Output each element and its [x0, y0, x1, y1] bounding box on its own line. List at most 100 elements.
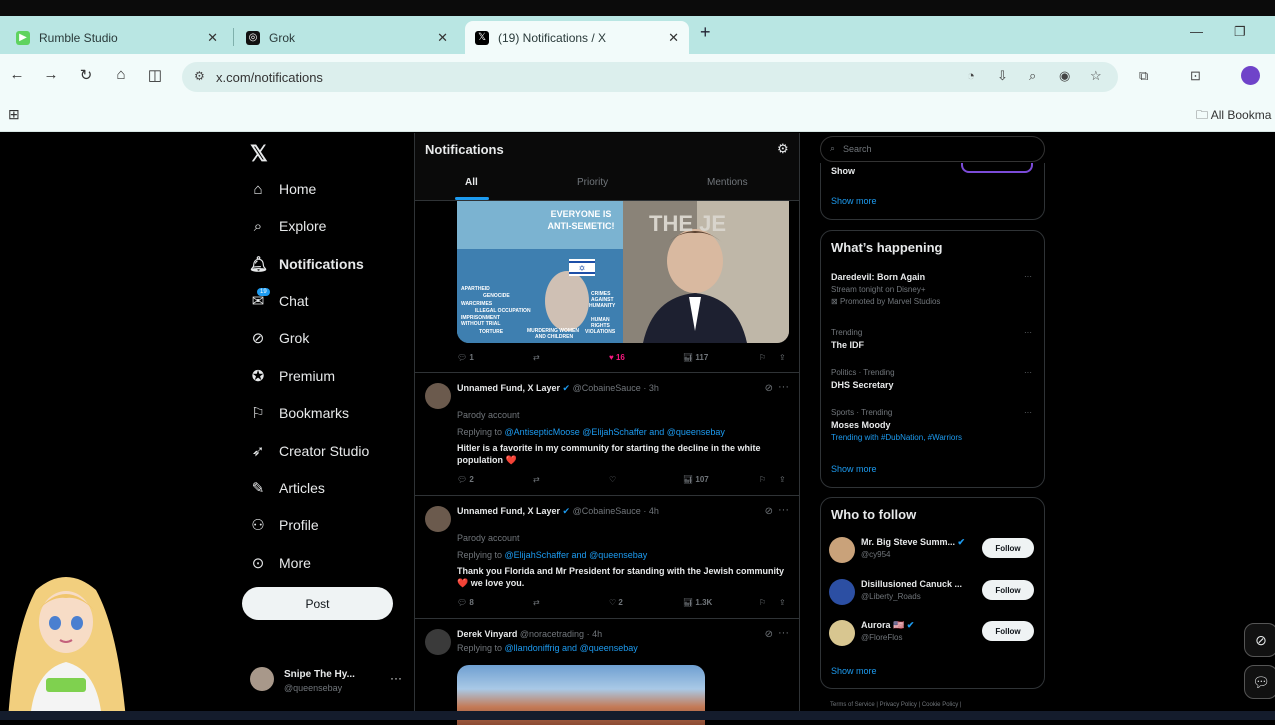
install-app-icon[interactable]: ⇩: [997, 68, 1008, 84]
tab-notifications[interactable]: 𝕏 (19) Notifications / X ✕: [465, 21, 689, 54]
replying-to-link[interactable]: @AntisepticMoose @ElijahSchaffer and @qu…: [505, 427, 725, 437]
views-button[interactable]: 📊︎ 117: [683, 353, 708, 362]
profile-avatar-icon[interactable]: [1241, 66, 1260, 85]
reply-button[interactable]: 💬︎ 1: [457, 353, 474, 362]
repost-button[interactable]: ⇄: [533, 598, 540, 607]
more-icon[interactable]: ···: [1024, 327, 1032, 339]
list-item[interactable]: Unnamed Fund, X Layer ✔ @CobaineSauce · …: [415, 373, 799, 496]
repost-button[interactable]: ⇄: [533, 353, 540, 362]
bookmark-button[interactable]: ⚐: [759, 353, 766, 362]
image-post[interactable]: ✡ THE JE EVERYONE IS ANTI-SEMETIC! APART…: [415, 201, 799, 373]
sidebar-item-more[interactable]: ⊙ More: [249, 548, 311, 578]
follow-suggestion[interactable]: Aurora 🇺🇸 ✔ @FloreFlos Follow: [829, 617, 1039, 647]
trend-item[interactable]: Sports · Trending Moses Moody Trending w…: [831, 407, 1036, 444]
tab-priority[interactable]: Priority: [577, 177, 608, 188]
minimize-icon[interactable]: —: [1190, 24, 1203, 39]
footer-link[interactable]: Privacy Policy: [880, 702, 917, 708]
more-icon[interactable]: ···: [778, 381, 789, 393]
close-tab-icon[interactable]: ✕: [668, 30, 679, 46]
split-view-icon[interactable]: ◫: [145, 66, 165, 84]
tab-mentions[interactable]: Mentions: [707, 177, 748, 188]
star-icon[interactable]: ☆: [1090, 68, 1102, 84]
meme-image[interactable]: ✡ THE JE EVERYONE IS ANTI-SEMETIC! APART…: [457, 201, 789, 343]
sidebar-item-bookmarks[interactable]: ⚐ Bookmarks: [249, 398, 349, 428]
grok-float-icon[interactable]: ⊘: [1244, 623, 1275, 657]
trend-item[interactable]: Trending The IDF ···: [831, 327, 1036, 352]
home-browser-icon[interactable]: ⌂: [111, 66, 131, 83]
sidebar-item-profile[interactable]: ⚇ Profile: [249, 510, 318, 540]
forward-icon[interactable]: →: [41, 66, 61, 83]
tab-search-icon[interactable]: ⊡: [1190, 68, 1201, 84]
sidebar-item-premium[interactable]: ✪ Premium: [249, 361, 335, 391]
show-more-link[interactable]: Show more: [831, 196, 877, 206]
more-icon[interactable]: ···: [778, 504, 789, 516]
performance-icon[interactable]: ◔: [967, 68, 975, 83]
follow-suggestion[interactable]: Disillusioned Canuck ... @Liberty_Roads …: [829, 576, 1039, 606]
list-item[interactable]: Unnamed Fund, X Layer ✔ @CobaineSauce · …: [415, 496, 799, 619]
grok-icon[interactable]: ⊘: [765, 383, 773, 394]
follow-button[interactable]: Follow: [982, 538, 1034, 558]
address-bar[interactable]: ⚙ x.com/notifications: [182, 62, 1118, 92]
site-info-icon[interactable]: ⚙: [194, 69, 205, 83]
tab-rumble-studio[interactable]: ▶ Rumble Studio ✕: [6, 21, 228, 54]
footer-link[interactable]: Cookie Policy: [922, 702, 958, 708]
post-button[interactable]: Post: [242, 587, 393, 620]
restore-icon[interactable]: ❐: [1234, 24, 1246, 40]
more-icon[interactable]: ···: [1024, 271, 1032, 283]
sidebar-item-notifications[interactable]: 🔔︎ Notifications: [249, 249, 364, 279]
views-button[interactable]: 📊︎ 107: [683, 475, 709, 484]
follow-suggestion[interactable]: Mr. Big Steve Summ... ✔ @cy954 Follow: [829, 534, 1039, 564]
like-button[interactable]: ♡ 2: [609, 598, 623, 607]
sidebar-item-chat[interactable]: ✉ 19 Chat: [249, 286, 309, 316]
sidebar-item-creator-studio[interactable]: ➶ Creator Studio: [249, 436, 370, 466]
sidebar-item-articles[interactable]: ✎ Articles: [249, 473, 325, 503]
reply-button[interactable]: 💬︎ 2: [457, 475, 474, 484]
reply-button[interactable]: 💬︎ 8: [457, 598, 474, 607]
bookmark-button[interactable]: ⚐: [759, 475, 766, 484]
extensions-icon[interactable]: ⧉: [1139, 68, 1148, 84]
more-icon[interactable]: ···: [1024, 367, 1032, 379]
apps-grid-icon[interactable]: ⊞: [8, 106, 20, 123]
search-input[interactable]: ⌕ Search: [820, 136, 1045, 162]
settings-gear-icon[interactable]: ⚙: [777, 141, 789, 157]
repost-button[interactable]: ⇄: [533, 475, 540, 484]
show-more-link[interactable]: Show more: [831, 464, 877, 474]
reload-icon[interactable]: ↻: [76, 66, 96, 84]
account-switcher[interactable]: Snipe The Hy... @queensebay ···: [250, 665, 410, 701]
tab-grok[interactable]: ◎ Grok ✕: [236, 21, 458, 54]
follow-button[interactable]: Follow: [982, 621, 1034, 641]
more-icon[interactable]: ···: [778, 627, 789, 639]
tab-all[interactable]: All: [465, 177, 478, 188]
eye-icon[interactable]: ◉: [1059, 68, 1070, 84]
chat-float-icon[interactable]: 💬︎: [1244, 665, 1275, 699]
grok-icon[interactable]: ⊘: [765, 506, 773, 517]
more-icon[interactable]: ···: [1024, 407, 1032, 419]
like-button[interactable]: ♡: [609, 475, 616, 484]
back-icon[interactable]: ←: [7, 66, 27, 83]
follow-button[interactable]: Follow: [982, 580, 1034, 600]
sidebar-item-home[interactable]: ⌂ Home: [249, 174, 316, 204]
grok-icon[interactable]: ⊘: [765, 629, 773, 640]
list-item[interactable]: Derek Vinyard @noracetrading · 4h Replyi…: [415, 619, 799, 725]
sidebar-item-grok[interactable]: ⊘ Grok: [249, 323, 310, 353]
trend-item[interactable]: Politics · Trending DHS Secretary ···: [831, 367, 1036, 392]
share-button[interactable]: ⇪: [779, 353, 786, 362]
bookmark-button[interactable]: ⚐: [759, 598, 766, 607]
views-button[interactable]: 📊︎ 1.3K: [683, 598, 712, 607]
like-button[interactable]: ♥ 16: [609, 353, 625, 362]
zoom-icon[interactable]: ⌕: [1029, 68, 1036, 84]
close-tab-icon[interactable]: ✕: [437, 30, 448, 46]
replying-to-link[interactable]: @ElijahSchaffer and @queensebay: [505, 550, 648, 560]
share-button[interactable]: ⇪: [779, 475, 786, 484]
account-more-icon[interactable]: ···: [390, 671, 402, 685]
replying-to-link[interactable]: @llandoniffrig and @queensebay: [505, 643, 638, 653]
all-bookmarks-folder[interactable]: 🗀 All Bookma: [1196, 106, 1271, 127]
trend-item[interactable]: Daredevil: Born Again Stream tonight on …: [831, 271, 1036, 308]
share-button[interactable]: ⇪: [779, 598, 786, 607]
footer-link[interactable]: Terms of Service: [830, 702, 875, 708]
close-tab-icon[interactable]: ✕: [207, 30, 218, 46]
show-more-link[interactable]: Show more: [831, 666, 877, 676]
new-tab-icon[interactable]: +: [700, 22, 711, 43]
sidebar-item-explore[interactable]: ⌕ Explore: [249, 211, 327, 241]
x-logo[interactable]: 𝕏: [250, 141, 268, 167]
